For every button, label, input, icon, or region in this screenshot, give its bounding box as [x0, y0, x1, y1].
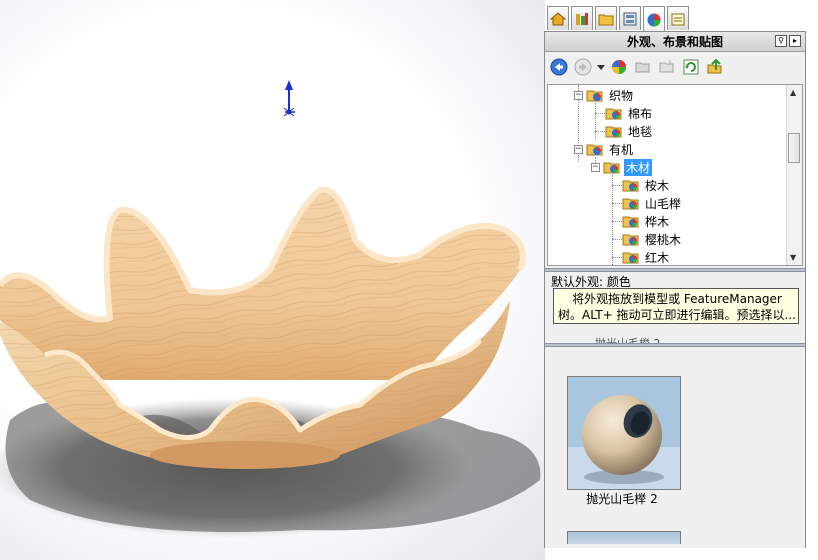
collapse-icon[interactable]: − [574, 144, 583, 154]
tree-item-fabric[interactable]: − 织物 [574, 86, 635, 104]
tree-item-label: 桦木 [645, 214, 670, 229]
collapse-icon[interactable]: − [574, 90, 583, 100]
collapse-icon[interactable]: − [591, 162, 600, 172]
scroll-down-icon[interactable]: ▼ [790, 253, 796, 262]
thumbnail-label: 抛光山毛榉 2 [586, 492, 658, 506]
forward-icon [574, 58, 592, 76]
appearance-folder-icon [622, 180, 639, 192]
tree-item-cherry[interactable]: 樱桃木 [622, 230, 683, 248]
appearance-folder-icon [622, 216, 639, 228]
home-icon [550, 11, 566, 25]
tab-home[interactable] [547, 6, 569, 30]
tree-item-label: 地毯 [628, 124, 653, 139]
refresh-icon [683, 59, 699, 75]
polished-beech-thumbnail[interactable] [567, 376, 681, 490]
file-explorer-icon [598, 14, 614, 25]
tooltip-line-2: 树。ALT+ 拖动可立即进行编辑。预选择以... [558, 308, 796, 322]
bowl-base [150, 441, 340, 469]
tree-item-label: 桉木 [645, 178, 670, 193]
tree-item-organic[interactable]: − 有机 [574, 140, 635, 158]
material-sphere-icon [568, 377, 680, 489]
appearance-palette-button[interactable] [609, 57, 629, 77]
graphics-viewport[interactable] [0, 0, 545, 560]
tree-scrollbar[interactable]: ▲ ▼ [786, 85, 802, 265]
back-icon [550, 58, 568, 76]
tree-item-beech[interactable]: 山毛榉 [622, 194, 683, 212]
new-folder-button[interactable] [657, 57, 677, 77]
new-folder-icon [659, 60, 674, 73]
pane-splitter[interactable] [545, 343, 805, 347]
tree-item-label: 棉布 [628, 106, 653, 121]
partially-hidden-label: 抛光山毛榉 2 [595, 335, 661, 343]
tree-item-label: 木材 [624, 158, 653, 176]
tree-item-label: 红木 [645, 250, 670, 265]
up-folder-icon [707, 58, 722, 74]
appearance-folder-icon [605, 126, 622, 138]
tab-appearances[interactable] [643, 6, 665, 32]
tree-item-label: 樱桃木 [645, 232, 682, 247]
tab-design-library[interactable] [571, 6, 593, 30]
task-pane-tabs [545, 6, 818, 32]
collapse-pane-icon[interactable]: ▸ [789, 35, 801, 47]
tab-view-palette[interactable] [619, 6, 641, 30]
scroll-up-icon[interactable]: ▲ [790, 88, 796, 97]
next-thumbnail[interactable] [567, 531, 681, 544]
tree-item-carpet[interactable]: 地毯 [605, 122, 654, 140]
appearance-folder-icon [622, 234, 639, 246]
appearance-tree[interactable]: − 织物 棉布 地毯 − 有机 − 木材 桉木 山毛榉 桦木 樱桃木 红木 ▲ … [547, 84, 803, 266]
pane-title-bar: 外观、布景和贴图 ⚲ ▸ [545, 32, 805, 52]
appearance-folder-icon [622, 198, 639, 210]
tree-item-label: 山毛榉 [645, 196, 682, 211]
custom-properties-icon [671, 13, 685, 25]
dropdown-arrow-icon [597, 65, 605, 70]
scrollbar-thumb[interactable] [788, 133, 800, 163]
tree-item-wood[interactable]: − 木材 [591, 158, 653, 176]
pane-right-margin [806, 31, 818, 548]
design-library-icon [576, 12, 588, 25]
pane-toolbar [545, 53, 805, 81]
appearance-folder-icon [586, 90, 603, 102]
tab-file-explorer[interactable] [595, 6, 617, 30]
appearance-folder-icon [622, 252, 639, 264]
tree-item-eucalyptus[interactable]: 桉木 [622, 176, 671, 194]
pane-splitter[interactable] [545, 268, 805, 272]
tree-item-cotton[interactable]: 棉布 [605, 104, 654, 122]
up-folder-button[interactable] [705, 57, 725, 77]
appearances-task-pane: 外观、布景和贴图 ⚲ ▸ − 织物 棉布 地毯 − 有机 − 木材 桉木 山毛榉… [544, 31, 806, 548]
pin-icon[interactable]: ⚲ [775, 35, 787, 47]
open-folder-button[interactable] [633, 57, 653, 77]
model-render [0, 80, 541, 538]
appearances-icon [647, 13, 661, 26]
tab-custom-properties[interactable] [667, 6, 689, 30]
tooltip-line-1: 将外观拖放到模型或 FeatureManager [572, 292, 782, 306]
back-button[interactable] [549, 57, 569, 77]
forward-button[interactable] [573, 57, 593, 77]
tree-item-label: 织物 [609, 88, 634, 103]
pane-title: 外观、布景和贴图 [626, 35, 723, 49]
appearance-folder-icon [586, 144, 603, 156]
forward-dropdown[interactable] [597, 57, 605, 77]
tree-item-mahogany[interactable]: 红木 [622, 248, 671, 265]
appearance-thumbnails: 抛光山毛榉 2 [545, 348, 805, 548]
drag-hint-tooltip: 将外观拖放到模型或 FeatureManager 树。ALT+ 拖动可立即进行编… [553, 288, 799, 324]
appearance-palette-icon [612, 60, 626, 74]
appearance-folder-icon [603, 162, 620, 174]
open-folder-icon [635, 62, 650, 73]
refresh-button[interactable] [681, 57, 701, 77]
appearance-folder-icon [605, 108, 622, 120]
view-palette-icon [623, 12, 637, 25]
tree-item-birch[interactable]: 桦木 [622, 212, 671, 230]
tree-item-label: 有机 [609, 142, 634, 157]
origin-triad-icon [283, 80, 295, 117]
